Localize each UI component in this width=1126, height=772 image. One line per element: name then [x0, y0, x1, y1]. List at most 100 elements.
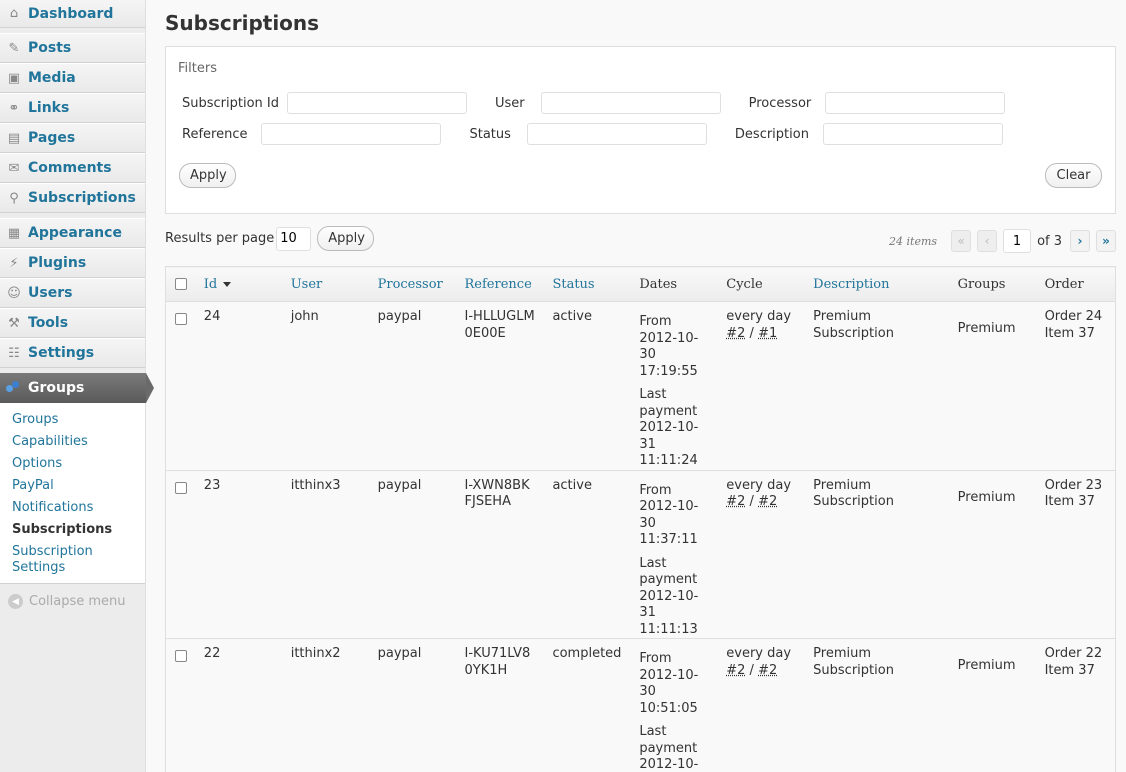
submenu-item-capabilities[interactable]: Capabilities — [0, 431, 145, 453]
menu-item-label: Subscriptions — [28, 190, 136, 206]
submenu-item-groups[interactable]: Groups — [0, 409, 145, 431]
last-page-button[interactable]: » — [1096, 230, 1116, 252]
cell-dates: From 2012-10-30 17:19:55 Last payment 2012-… — [629, 301, 717, 471]
cell-processor: paypal — [367, 301, 455, 471]
items-count: 24 items — [889, 234, 938, 248]
filter-row-1: Subscription Id User Processor — [182, 92, 1006, 114]
menu-item-media[interactable]: ▣ Media — [0, 63, 145, 93]
cell-id: 24 — [193, 301, 281, 471]
menu-item-appearance[interactable]: ▦ Appearance — [0, 218, 145, 248]
col-user[interactable]: User — [280, 266, 368, 302]
cell-order: Order 24 Item 37 — [1034, 301, 1116, 471]
submenu-item-subscriptions[interactable]: Subscriptions — [0, 519, 145, 541]
current-page-input[interactable] — [1003, 229, 1032, 253]
cell-groups: Premium — [947, 638, 1035, 772]
menu-item-groups[interactable]: Groups — [0, 373, 154, 403]
menu-item-pages[interactable]: ▤ Pages — [0, 123, 145, 153]
item-number: Item 37 — [1044, 325, 1095, 341]
cell-cycle: every day #2 / #2 — [716, 638, 804, 772]
reference-label: Reference — [182, 126, 248, 142]
collapse-arrow-icon: ◀ — [8, 594, 23, 609]
cell-user: itthinx2 — [280, 638, 368, 772]
col-reference[interactable]: Reference — [454, 266, 543, 302]
cycle-count-a: #2 — [726, 325, 746, 341]
menu-item-comments[interactable]: ✉ Comments — [0, 153, 145, 183]
menu-item-dashboard[interactable]: ⌂ Dashboard — [0, 0, 145, 28]
results-per-page-input[interactable] — [276, 226, 312, 251]
select-all-cell — [165, 266, 194, 302]
next-page-button[interactable]: › — [1070, 230, 1090, 252]
cell-description: Premium Subscription — [803, 638, 948, 772]
cell-description: Premium Subscription — [803, 470, 948, 639]
row-checkbox[interactable] — [175, 481, 187, 494]
cell-id: 22 — [193, 638, 281, 772]
cell-reference: I-XWN8BKFJSEHA — [454, 470, 543, 639]
subscriptions-table: Id User Processor Reference Status Dates… — [165, 266, 1116, 772]
cell-processor: paypal — [367, 470, 455, 639]
menu-item-label: Appearance — [28, 225, 122, 241]
reference-input[interactable] — [261, 123, 442, 145]
results-apply-button[interactable]: Apply — [317, 226, 375, 251]
menu-item-links[interactable]: ⚭ Links — [0, 93, 145, 123]
col-status[interactable]: Status — [542, 266, 630, 302]
users-icon: ☺ — [7, 285, 21, 301]
filters-clear-button[interactable]: Clear — [1045, 163, 1102, 188]
cell-reference: I-HLLUGLM0E00E — [454, 301, 543, 471]
menu-item-settings[interactable]: ☷ Settings — [0, 338, 145, 368]
menu-item-subscriptions[interactable]: ⚲ Subscriptions — [0, 183, 145, 213]
table-row: 22 itthinx2 paypal I-KU71LV80YK1H completed F… — [165, 638, 1116, 772]
menu-item-users[interactable]: ☺ Users — [0, 278, 145, 308]
cell-order: Order 23 Item 37 — [1034, 470, 1116, 639]
menu-item-posts[interactable]: ✎ Posts — [0, 33, 145, 63]
select-all-checkbox[interactable] — [175, 278, 187, 290]
description-input[interactable] — [822, 123, 1003, 145]
total-pages: of 3 — [1037, 233, 1062, 249]
processor-input[interactable] — [825, 92, 1006, 114]
filter-row-2: Reference Status Description — [182, 123, 1003, 145]
col-description[interactable]: Description — [803, 266, 948, 302]
user-label: User — [495, 95, 525, 111]
status-input[interactable] — [526, 123, 707, 145]
item-number: Item 37 — [1044, 662, 1095, 678]
submenu-item-notifications[interactable]: Notifications — [0, 497, 145, 519]
cycle-count-b: #2 — [758, 494, 778, 509]
col-processor[interactable]: Processor — [367, 266, 455, 302]
col-groups: Groups — [947, 266, 1035, 302]
first-page-button[interactable]: « — [951, 230, 972, 252]
submenu-item-paypal[interactable]: PayPal — [0, 475, 145, 497]
row-select-cell — [165, 301, 194, 471]
menu-item-label: Dashboard — [28, 5, 114, 22]
cell-cycle: every day #2 / #2 — [716, 470, 804, 639]
collapse-menu-button[interactable]: ◀ Collapse menu — [0, 584, 145, 619]
last-payment-label: Last payment — [639, 555, 698, 588]
col-dates: Dates — [629, 266, 717, 302]
menu-item-tools[interactable]: ⚒ Tools — [0, 308, 145, 338]
row-checkbox[interactable] — [175, 650, 187, 662]
cell-user: itthinx3 — [280, 470, 368, 639]
plugins-icon: ⚡ — [9, 255, 19, 271]
submenu-item-subscription-settings[interactable]: Subscription Settings — [0, 541, 100, 579]
menu-item-label: Plugins — [28, 255, 87, 271]
cell-status: completed — [542, 638, 630, 772]
cell-status: active — [542, 301, 630, 471]
cycle-counts: #2 / #2 — [726, 494, 778, 509]
menu-item-label: Tools — [28, 315, 69, 331]
groups-submenu: Groups Capabilities Options PayPal Notificat… — [0, 403, 145, 584]
pagination: 24 items « ‹ of 3 › » — [889, 229, 1116, 253]
cell-description: Premium Subscription — [803, 301, 948, 471]
sort-desc-icon — [223, 281, 232, 287]
col-id[interactable]: Id — [193, 266, 281, 302]
col-cycle: Cycle — [716, 266, 804, 302]
row-checkbox[interactable] — [175, 313, 187, 325]
filters-apply-button[interactable]: Apply — [179, 163, 236, 188]
user-input[interactable] — [540, 92, 721, 114]
subscription-id-input[interactable] — [287, 92, 467, 114]
date-from-label: From — [639, 651, 672, 666]
prev-page-button[interactable]: ‹ — [977, 230, 998, 252]
posts-icon: ✎ — [8, 40, 20, 56]
tools-icon: ⚒ — [8, 315, 20, 331]
filters-legend: Filters — [178, 61, 217, 76]
filters-box: Filters Subscription Id User Processor R… — [165, 46, 1116, 214]
submenu-item-options[interactable]: Options — [0, 453, 145, 475]
menu-item-plugins[interactable]: ⚡ Plugins — [0, 248, 145, 278]
